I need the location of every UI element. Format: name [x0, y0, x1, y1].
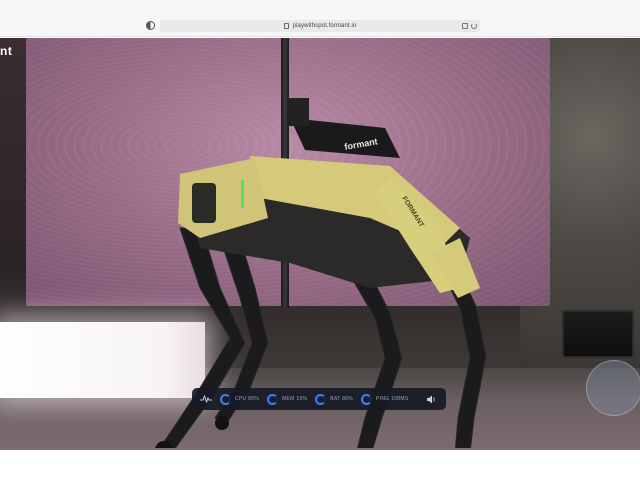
- page-footer-area: [0, 450, 640, 480]
- url-text: playwithspot.formant.io: [292, 23, 357, 29]
- telemetry-status-bar: CPU 86% MEM 19% BAT 86% PING 108MS: [192, 388, 446, 410]
- joystick-control[interactable]: [586, 360, 640, 416]
- refresh-icon[interactable]: [471, 23, 477, 29]
- ping-gauge-icon: [361, 393, 372, 405]
- battery-gauge-icon: [315, 393, 327, 405]
- battery-label: BAT 86%: [330, 396, 353, 402]
- reader-icon[interactable]: [462, 23, 468, 29]
- pulse-icon[interactable]: [198, 392, 214, 406]
- cpu-label: CPU 86%: [235, 396, 260, 402]
- cpu-stat: CPU 86%: [220, 393, 260, 405]
- volume-icon[interactable]: [424, 392, 440, 406]
- browser-toolbar: playwithspot.formant.io: [0, 0, 640, 37]
- mem-label: MEM 19%: [282, 396, 308, 402]
- address-bar[interactable]: playwithspot.formant.io: [160, 20, 480, 32]
- ping-label: PING 108MS: [376, 396, 409, 402]
- mem-stat: MEM 19%: [267, 393, 308, 405]
- shield-icon[interactable]: [146, 21, 155, 30]
- mem-gauge-icon: [267, 393, 279, 405]
- lock-icon: [283, 23, 289, 29]
- equipment-case: [562, 310, 634, 358]
- site-logo[interactable]: nt: [0, 44, 12, 58]
- battery-stat: BAT 86%: [315, 393, 353, 405]
- cpu-gauge-icon: [220, 393, 231, 405]
- ping-stat: PING 108MS: [361, 393, 409, 405]
